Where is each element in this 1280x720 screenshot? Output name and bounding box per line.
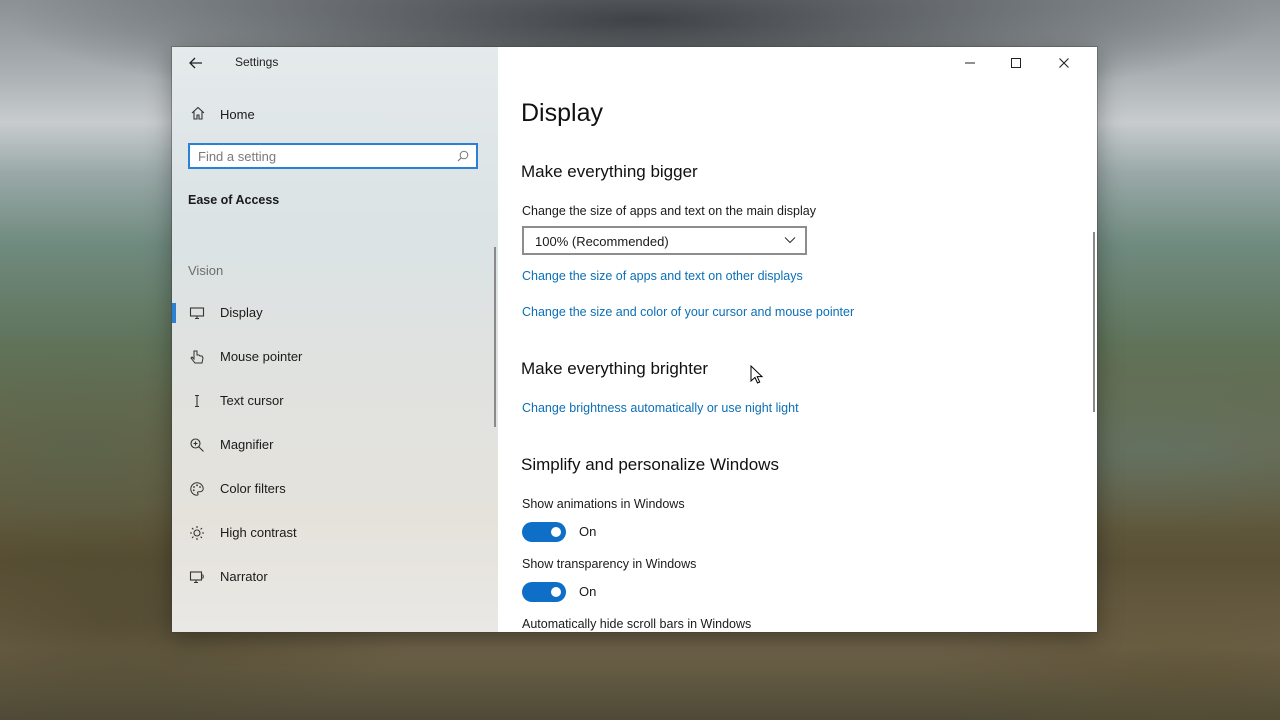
narrator-icon [189, 571, 204, 584]
transparency-state: On [579, 584, 597, 599]
sidebar-item-mouse-pointer[interactable]: Mouse pointer [172, 339, 492, 375]
mouse-cursor-icon [750, 365, 764, 384]
section-title-brighter: Make everything brighter [521, 359, 709, 378]
animations-toggle[interactable] [522, 522, 566, 542]
close-button[interactable] [1041, 47, 1087, 79]
back-button[interactable] [184, 53, 208, 73]
search-icon[interactable] [457, 150, 469, 162]
section-title-bigger: Make everything bigger [521, 162, 698, 181]
toggle-knob [551, 587, 561, 597]
app-title: Settings [235, 55, 279, 69]
link-other-displays[interactable]: Change the size of apps and text on othe… [522, 269, 803, 283]
animations-state: On [579, 524, 597, 539]
transparency-toggle-row: On [522, 582, 722, 602]
title-bar: Settings [172, 47, 498, 79]
home-icon [191, 106, 205, 120]
sidebar-item-label: Color filters [220, 481, 286, 496]
transparency-label: Show transparency in Windows [522, 557, 697, 571]
sidebar-item-text-cursor[interactable]: Text cursor [172, 383, 492, 419]
settings-window: Settings Home Ease of Access Vision Disp… [172, 47, 1097, 632]
sidebar-item-label: Magnifier [220, 437, 274, 452]
sidebar-item-display[interactable]: Display [172, 295, 492, 331]
monitor-icon [189, 307, 205, 320]
scrollbars-label: Automatically hide scroll bars in Window… [522, 617, 752, 631]
magnifier-icon [190, 438, 204, 452]
sidebar-item-narrator[interactable]: Narrator [172, 559, 492, 595]
sidebar-scrollbar[interactable] [494, 247, 496, 427]
link-cursor-size[interactable]: Change the size and color of your cursor… [522, 305, 854, 319]
minimize-button[interactable] [947, 47, 993, 79]
sidebar-item-high-contrast[interactable]: High contrast [172, 515, 492, 551]
sidebar-item-label: Mouse pointer [220, 349, 303, 364]
main-content: Display Make everything bigger Change th… [498, 47, 1097, 632]
transparency-toggle[interactable] [522, 582, 566, 602]
size-dropdown[interactable]: 100% (Recommended) [522, 226, 807, 255]
section-title-simplify: Simplify and personalize Windows [521, 455, 779, 474]
size-label: Change the size of apps and text on the … [522, 204, 816, 218]
sidebar-item-label: Narrator [220, 569, 268, 584]
caption-buttons [947, 47, 1097, 79]
close-icon [1059, 58, 1069, 68]
link-brightness[interactable]: Change brightness automatically or use n… [522, 401, 799, 415]
size-dropdown-value: 100% (Recommended) [535, 234, 669, 249]
chevron-down-icon [784, 237, 796, 244]
palette-icon [190, 482, 204, 496]
toggle-knob [551, 527, 561, 537]
content-scrollbar[interactable] [1093, 232, 1095, 412]
home-label: Home [220, 107, 255, 122]
group-label-vision: Vision [188, 263, 224, 278]
category-heading: Ease of Access [188, 193, 280, 207]
page-title: Display [521, 99, 603, 127]
sidebar-item-color-filters[interactable]: Color filters [172, 471, 492, 507]
sidebar: Settings Home Ease of Access Vision Disp… [172, 47, 498, 632]
minimize-icon [965, 62, 975, 64]
search-box [188, 143, 478, 169]
home-nav-item[interactable]: Home [188, 103, 478, 127]
sidebar-item-label: Text cursor [220, 393, 284, 408]
maximize-button[interactable] [993, 47, 1039, 79]
brightness-icon [190, 526, 204, 540]
sidebar-item-label: High contrast [220, 525, 297, 540]
animations-toggle-row: On [522, 522, 722, 542]
mouse-pointer-icon [190, 350, 204, 364]
search-input[interactable] [198, 148, 448, 164]
text-cursor-icon [195, 394, 199, 408]
animations-label: Show animations in Windows [522, 497, 685, 511]
maximize-icon [1011, 58, 1021, 68]
back-arrow-icon [189, 57, 202, 69]
sidebar-item-label: Display [220, 305, 263, 320]
sidebar-item-magnifier[interactable]: Magnifier [172, 427, 492, 463]
